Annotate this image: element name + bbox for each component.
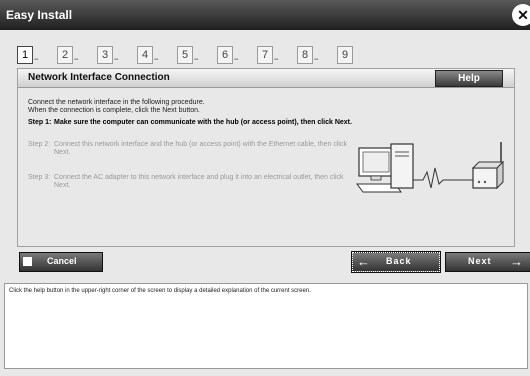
- cancel-button[interactable]: Cancel: [19, 252, 103, 272]
- step-1: 1 ▪▪▪: [17, 46, 48, 64]
- next-label: Next: [468, 256, 492, 266]
- arrow-right-icon: →: [510, 254, 523, 269]
- title-bar: Easy Install ✕: [0, 0, 530, 30]
- intro-text: Connect the network interface in the fol…: [28, 99, 205, 115]
- close-icon[interactable]: ✕: [512, 4, 530, 26]
- help-info-box: Click the help button in the upper-right…: [4, 283, 528, 369]
- step-indicator: 1 ▪▪▪ 2 ▪▪▪ 3 ▪▪▪ 4 ▪▪▪ 5 ▪▪▪ 6 ▪▪▪ 7 ▪▪▪ 8 ▪▪▪ …: [17, 46, 353, 64]
- intro-line-1: Connect the network interface in the fol…: [28, 99, 205, 106]
- step-number: 6: [217, 46, 233, 64]
- step-dots: ▪▪▪: [74, 57, 78, 63]
- back-button[interactable]: ← Back: [351, 251, 441, 273]
- step-number: 1: [17, 46, 33, 64]
- step-number: 4: [137, 46, 153, 64]
- cancel-label: Cancel: [47, 256, 77, 266]
- step-dots: ▪▪▪: [34, 57, 38, 63]
- step-1-instruction: Step 1: Make sure the computer can commu…: [28, 119, 354, 127]
- step-2-instruction: Step 2: Connect this network interface a…: [28, 141, 354, 157]
- computer-hub-illustration-icon: [356, 142, 505, 193]
- step-9: 9: [337, 46, 353, 64]
- arrow-left-icon: ←: [357, 254, 370, 269]
- step-4: 4 ▪▪▪: [137, 46, 168, 64]
- step-number: 5: [177, 46, 193, 64]
- help-info-text: Click the help button in the upper-right…: [9, 288, 311, 294]
- window-title: Easy Install: [6, 8, 73, 22]
- step-2-text: Connect this network interface and the h…: [54, 141, 347, 156]
- step-dots: ▪▪▪: [314, 57, 318, 63]
- step-3-label: Step 3:: [28, 174, 51, 181]
- step-dots: ▪▪▪: [274, 57, 278, 63]
- step-number: 7: [257, 46, 273, 64]
- step-number: 9: [337, 46, 353, 64]
- step-3: 3 ▪▪▪: [97, 46, 128, 64]
- next-button[interactable]: Next →: [445, 252, 530, 272]
- step-1-text: Make sure the computer can communicate w…: [54, 119, 352, 126]
- step-3-text: Connect the AC adapter to this network i…: [54, 174, 344, 189]
- step-dots: ▪▪▪: [194, 57, 198, 63]
- step-dots: ▪▪▪: [234, 57, 238, 63]
- step-8: 8 ▪▪▪: [297, 46, 328, 64]
- step-number: 2: [57, 46, 73, 64]
- intro-line-2: When the connection is complete, click t…: [28, 107, 200, 114]
- step-dots: ▪▪▪: [114, 57, 118, 63]
- step-number: 8: [297, 46, 313, 64]
- cancel-checkbox-icon: [23, 257, 32, 266]
- step-6: 6 ▪▪▪: [217, 46, 248, 64]
- step-number: 3: [97, 46, 113, 64]
- help-button[interactable]: Help: [435, 70, 503, 87]
- back-label: Back: [386, 256, 412, 266]
- panel-title: Network Interface Connection: [28, 72, 170, 83]
- step-dots: ▪▪▪: [154, 57, 158, 63]
- step-7: 7 ▪▪▪: [257, 46, 288, 64]
- step-1-label: Step 1:: [28, 119, 52, 126]
- step-5: 5 ▪▪▪: [177, 46, 208, 64]
- panel-header: Network Interface Connection Help: [18, 69, 514, 88]
- step-2: 2 ▪▪▪: [57, 46, 88, 64]
- step-3-instruction: Step 3: Connect the AC adapter to this n…: [28, 174, 354, 190]
- step-2-label: Step 2:: [28, 141, 51, 148]
